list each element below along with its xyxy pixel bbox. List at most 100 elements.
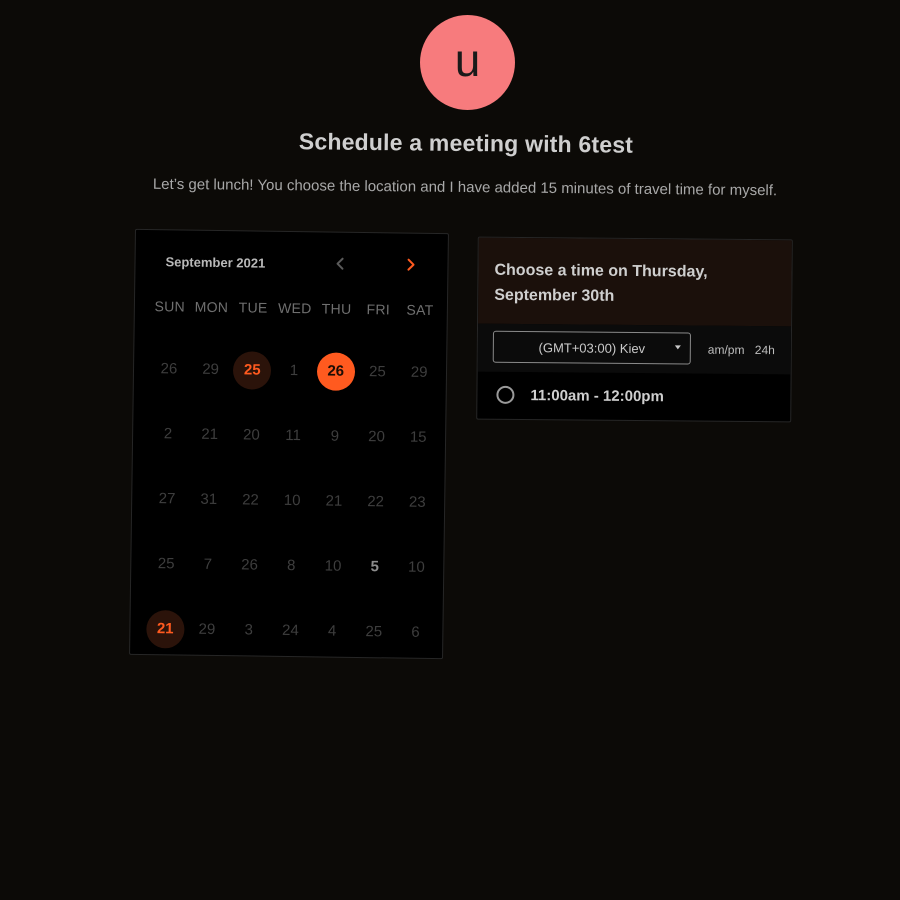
calendar-day: 27 <box>146 466 189 532</box>
chevron-right-icon <box>407 258 415 271</box>
calendar-day-number: 26 <box>241 556 259 574</box>
time-selection-panel: Choose a time on Thursday, September 30t… <box>476 236 793 423</box>
format-ampm-toggle[interactable]: am/pm <box>708 343 745 357</box>
calendar-day-number: 25 <box>233 350 272 390</box>
time-panel-header: Choose a time on Thursday, September 30t… <box>478 237 792 327</box>
weekday-label: TUE <box>238 299 268 316</box>
calendar-day: 10 <box>271 468 314 534</box>
calendar-day: 25 <box>145 531 188 597</box>
avatar-initial: u <box>454 33 481 86</box>
calendar-day-number: 8 <box>286 556 296 575</box>
calendar-day: 26 <box>228 532 271 598</box>
calendar-day: 7 <box>187 532 230 598</box>
calendar-day: 20 <box>230 402 273 468</box>
calendar-day: 8 <box>270 533 313 599</box>
calendar-day-number: 10 <box>324 557 342 575</box>
avatar: u <box>420 15 515 110</box>
calendar-day: 15 <box>397 405 440 471</box>
calendar-day: 1 <box>273 338 316 404</box>
calendar-day: 26 <box>148 336 191 402</box>
calendar-day-number: 25 <box>157 555 175 573</box>
next-month-button[interactable] <box>399 254 421 276</box>
calendar-day: 20 <box>355 404 398 470</box>
calendar-day-number: 6 <box>411 623 420 641</box>
calendar-day: 3 <box>227 597 270 663</box>
calendar-day: 25 <box>356 339 399 405</box>
calendar-day: 22 <box>354 469 397 535</box>
calendar-day-number: 22 <box>242 491 259 509</box>
calendar-day: 24 <box>269 598 312 664</box>
calendar-day: 21 <box>313 468 356 534</box>
format-24h-toggle[interactable]: 24h <box>755 343 775 357</box>
calendar-day-number: 21 <box>145 609 185 649</box>
calendar-day: 22 <box>229 467 272 533</box>
calendar-day-number: 29 <box>198 620 216 638</box>
calendar-day-number: 23 <box>408 493 426 511</box>
calendar-header: September 2021 <box>135 230 448 294</box>
calendar-day-number: 2 <box>163 425 173 443</box>
scheduling-page: u Schedule a meeting with 6test Let’s ge… <box>0 0 900 900</box>
calendar-day: 11 <box>272 403 315 469</box>
time-slot[interactable]: 11:00am - 12:00pm <box>477 372 790 421</box>
calendar-day-number: 1 <box>289 362 299 380</box>
timezone-row: (GMT+03:00) Kiev am/pm 24h <box>477 323 792 375</box>
calendar-day-number: 15 <box>409 428 427 446</box>
calendar-day-number: 25 <box>368 363 386 381</box>
calendar-day-number: 20 <box>242 426 260 444</box>
calendar-day: 29 <box>189 337 232 403</box>
calendar-day-number: 25 <box>365 623 383 641</box>
calendar-day: 10 <box>395 535 438 601</box>
time-slot-label: 11:00am - 12:00pm <box>530 386 664 405</box>
calendar: September 2021 SUN MON TUE WED THU FRI SAT 26 2… <box>129 228 449 660</box>
calendar-day: 23 <box>396 470 439 536</box>
calendar-day-number: 26 <box>316 351 355 391</box>
calendar-day: 9 <box>314 403 357 469</box>
radio-icon[interactable] <box>496 385 515 404</box>
calendar-day-number: 29 <box>410 363 428 381</box>
weekday-header-row: SUN MON TUE WED THU FRI SAT <box>149 298 441 318</box>
calendar-day-number: 4 <box>327 622 337 640</box>
calendar-day: 10 <box>312 533 355 599</box>
calendar-day-number: 21 <box>325 492 343 510</box>
timezone-select[interactable]: (GMT+03:00) Kiev <box>492 330 691 365</box>
page-title: Schedule a meeting with 6test <box>298 128 634 158</box>
weekday-label: WED <box>277 299 312 317</box>
calendar-day-number: 31 <box>200 490 218 509</box>
calendar-day-available[interactable]: 21 <box>144 596 187 662</box>
calendar-day-selected[interactable]: 26 <box>314 338 357 404</box>
calendar-day: 2 <box>147 401 190 467</box>
calendar-days-grid: 26 29 25 1 26 25 29 2 21 20 11 9 20 15 27 31 22 10 21 22 23 2… <box>144 336 441 665</box>
calendar-day-number: 26 <box>160 360 178 378</box>
weekday-label: MON <box>194 298 229 316</box>
calendar-day-number: 29 <box>202 360 220 379</box>
calendar-day-number: 22 <box>367 493 385 511</box>
calendar-day: 31 <box>187 467 230 533</box>
calendar-day: 6 <box>394 599 437 665</box>
weekday-label: SAT <box>406 301 434 319</box>
calendar-day-number: 9 <box>330 427 340 445</box>
weekday-label: SUN <box>154 298 186 315</box>
calendar-day-number: 5 <box>370 558 380 576</box>
calendar-month-label: September 2021 <box>165 254 266 271</box>
calendar-day: 21 <box>188 402 231 468</box>
calendar-day-number: 24 <box>281 621 299 640</box>
calendar-day: 29 <box>398 340 441 406</box>
calendar-day-number: 11 <box>285 426 302 445</box>
chevron-left-icon <box>336 257 344 270</box>
calendar-day-number: 7 <box>203 555 213 573</box>
calendar-day: 29 <box>186 597 229 663</box>
calendar-day-number: 10 <box>283 491 301 510</box>
calendar-day-number: 21 <box>201 425 219 444</box>
previous-month-button[interactable] <box>329 253 351 275</box>
timezone-select-value: (GMT+03:00) Kiev <box>538 339 646 356</box>
weekday-label: FRI <box>366 301 391 318</box>
calendar-day-available[interactable]: 25 <box>231 337 274 403</box>
calendar-day-number: 3 <box>244 621 253 639</box>
calendar-day: 25 <box>352 599 395 665</box>
calendar-day: 5 <box>353 534 396 600</box>
page-subtitle: Let’s get lunch! You choose the location… <box>152 175 778 200</box>
time-panel-heading: Choose a time on Thursday, September 30t… <box>494 261 708 305</box>
calendar-day-number: 20 <box>368 428 385 446</box>
calendar-day-number: 27 <box>158 490 176 508</box>
weekday-label: THU <box>321 300 352 317</box>
